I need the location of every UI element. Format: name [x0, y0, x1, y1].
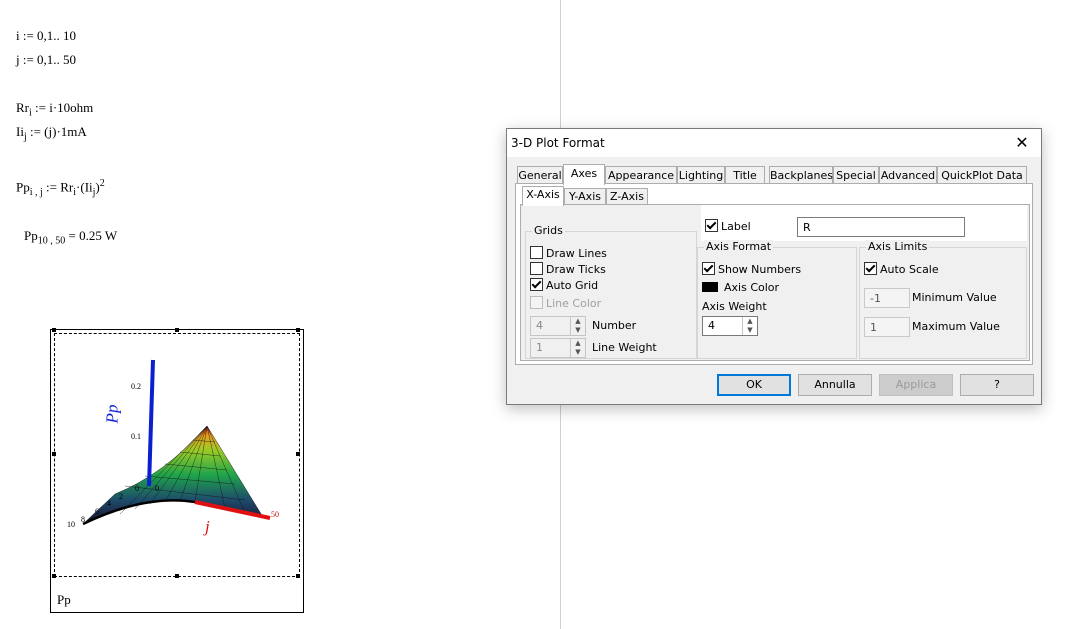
dialog-title: 3-D Plot Format	[511, 136, 605, 150]
grids-group: Grids Draw Lines Draw Ticks Auto Grid Li…	[525, 224, 697, 359]
surface-plot-svg	[82, 359, 271, 526]
maximum-value-input	[864, 317, 910, 337]
tab-axes[interactable]: Axes	[563, 164, 605, 185]
y-axis-label: j	[205, 517, 210, 536]
resize-handle[interactable]	[52, 328, 56, 332]
color-swatch[interactable]	[702, 282, 718, 292]
x-tick-label: 4	[107, 499, 111, 508]
axis-limits-title: Axis Limits	[866, 240, 930, 253]
auto-scale-checkbox[interactable]: Auto Scale	[864, 262, 939, 276]
axis-format-group: Axis Format Show Numbers Axis Color Axis…	[697, 240, 857, 359]
tab-lighting[interactable]: Lighting	[677, 166, 725, 184]
tab-advanced[interactable]: Advanced	[879, 166, 937, 184]
ii-definition[interactable]: Iij := (j)·1mA	[16, 124, 87, 143]
cancel-button[interactable]: Annulla	[798, 374, 872, 396]
x-tick-label: 8	[81, 515, 85, 524]
z-tick-label: 0	[155, 484, 159, 493]
x-tick-label: 2	[119, 492, 123, 501]
minimum-value-label: Minimum Value	[912, 291, 997, 304]
checkbox-box[interactable]	[705, 219, 718, 232]
subtab-z-axis[interactable]: Z-Axis	[606, 188, 648, 205]
draw-lines-checkbox[interactable]: Draw Lines	[530, 246, 607, 260]
checkbox-box[interactable]	[702, 262, 715, 275]
tab-quickplot-data[interactable]: QuickPlot Data	[937, 166, 1027, 184]
spin-up-icon: ▲	[575, 317, 581, 325]
spin-up-icon: ▲	[575, 339, 581, 347]
y-tick-label: 50	[271, 510, 279, 519]
z-tick-label: 0.1	[131, 432, 141, 441]
x-axis-panel: Grids Draw Lines Draw Ticks Auto Grid Li…	[520, 204, 1030, 361]
subtab-y-axis[interactable]: Y-Axis	[564, 188, 606, 205]
label-input[interactable]	[797, 217, 965, 237]
tab-title[interactable]: Title	[725, 166, 765, 184]
range-variable-i[interactable]: i := 0,1.. 10	[16, 28, 76, 44]
label-checkbox[interactable]: Label	[705, 219, 751, 233]
spin-down-icon[interactable]: ▼	[743, 326, 757, 335]
auto-grid-checkbox[interactable]: Auto Grid	[530, 278, 598, 292]
z-tick-label: 0.2	[131, 382, 141, 391]
help-button[interactable]: ?	[960, 374, 1034, 396]
tab-general[interactable]: General	[517, 166, 563, 184]
line-weight-label: Line Weight	[592, 341, 657, 354]
3d-plot-region[interactable]: 0.2 0.1 0 Pp j 50 10 8 6 4 2 0 Pp	[50, 328, 304, 613]
plot-canvas[interactable]: 0.2 0.1 0 Pp j 50 10 8 6 4 2 0	[54, 333, 300, 577]
grids-title: Grids	[532, 224, 565, 237]
checkbox-box[interactable]	[864, 262, 877, 275]
spin-up-icon[interactable]: ▲	[743, 317, 757, 326]
axis-color-button[interactable]: Axis Color	[702, 281, 779, 294]
checkbox-box[interactable]	[530, 278, 543, 291]
minimum-value-field	[865, 289, 909, 307]
minimum-value-input	[864, 288, 910, 308]
range-variable-j[interactable]: j := 0,1.. 50	[16, 52, 76, 68]
close-icon[interactable]: ✕	[1013, 134, 1031, 152]
plot-name-label[interactable]: Pp	[57, 592, 71, 608]
dialog-titlebar[interactable]: 3-D Plot Format ✕	[507, 129, 1041, 157]
apply-button: Applica	[879, 374, 953, 396]
axes-tab-panel: X-Axis Y-Axis Z-Axis Grids Draw Lines Dr…	[515, 183, 1033, 365]
maximum-value-field	[865, 318, 909, 336]
label-text-field[interactable]	[798, 218, 964, 236]
checkbox-box[interactable]	[530, 246, 543, 259]
axis-format-title: Axis Format	[704, 240, 774, 253]
x-tick-label: 10	[67, 520, 75, 529]
maximum-value-label: Maximum Value	[912, 320, 1000, 333]
draw-ticks-checkbox[interactable]: Draw Ticks	[530, 262, 606, 276]
show-numbers-checkbox[interactable]: Show Numbers	[702, 262, 801, 276]
checkbox-box[interactable]	[530, 262, 543, 275]
number-spinner: 4 ▲ ▼	[530, 316, 586, 336]
tab-special[interactable]: Special	[833, 166, 879, 184]
z-axis-label: Pp	[102, 404, 122, 424]
checkbox-box	[530, 296, 543, 309]
pp-evaluation[interactable]: Pp10 , 50 = 0.25 W	[24, 228, 117, 247]
line-weight-spinner: 1 ▲ ▼	[530, 338, 586, 358]
rr-definition[interactable]: Rri := i·10ohm	[16, 100, 93, 119]
spin-down-icon: ▼	[575, 326, 581, 334]
line-color-checkbox: Line Color	[530, 296, 601, 310]
resize-handle[interactable]	[175, 328, 179, 332]
tab-appearance[interactable]: Appearance	[605, 166, 677, 184]
plot-format-dialog: 3-D Plot Format ✕ General Axes Appearanc…	[506, 128, 1042, 405]
tab-backplanes[interactable]: Backplanes	[769, 166, 833, 184]
pp-definition[interactable]: Ppi , j := Rri·(Iij)2	[16, 178, 105, 198]
subtab-x-axis[interactable]: X-Axis	[522, 186, 564, 206]
axis-limits-group: Axis Limits Auto Scale Minimum Value Max…	[859, 240, 1027, 359]
x-tick-label: 6	[95, 507, 99, 516]
resize-handle[interactable]	[296, 328, 300, 332]
axis-weight-label: Axis Weight	[702, 300, 767, 313]
x-tick-label: 0	[135, 484, 139, 493]
number-label: Number	[592, 319, 637, 332]
ok-button[interactable]: OK	[717, 374, 791, 396]
z-axis-line	[147, 359, 155, 487]
axis-weight-spinner[interactable]: 4 ▲ ▼	[702, 316, 758, 336]
spin-down-icon: ▼	[575, 348, 581, 356]
